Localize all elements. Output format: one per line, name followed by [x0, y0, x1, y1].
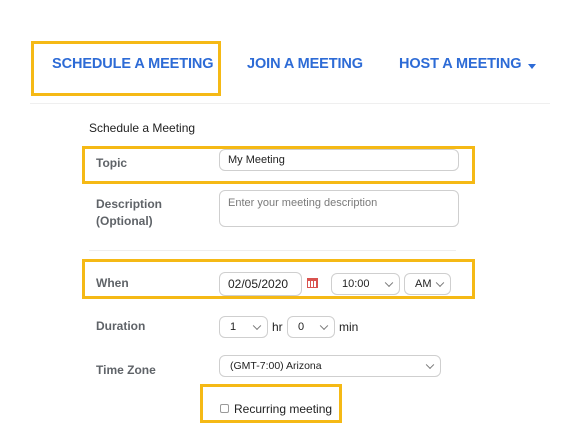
nav-host-meeting[interactable]: HOST A MEETING: [399, 56, 521, 72]
highlight-box-schedule: [31, 41, 221, 96]
chevron-down-icon: [425, 360, 435, 370]
highlight-box-recurring: [200, 384, 342, 423]
chevron-down-icon: [319, 321, 329, 331]
highlight-box-topic: [82, 146, 475, 184]
description-placeholder: Enter your meeting description: [228, 197, 378, 209]
hours-unit-label: hr: [272, 320, 283, 334]
highlight-box-when: [82, 259, 475, 299]
duration-hours-select[interactable]: 1: [219, 316, 268, 338]
description-label-line1: Description: [96, 197, 163, 211]
nav-join-meeting[interactable]: JOIN A MEETING: [247, 56, 363, 72]
description-label: Description (Optional): [96, 196, 162, 230]
time-zone-select[interactable]: (GMT-7:00) Arizona: [219, 355, 441, 377]
duration-minutes-select[interactable]: 0: [287, 316, 335, 338]
section-divider: [89, 250, 456, 251]
duration-label: Duration: [96, 319, 146, 333]
duration-minutes-value: 0: [298, 321, 305, 333]
duration-hours-value: 1: [230, 321, 237, 333]
chevron-down-icon[interactable]: [528, 64, 536, 69]
chevron-down-icon: [252, 321, 262, 331]
description-textarea[interactable]: Enter your meeting description: [219, 190, 459, 227]
time-zone-label: Time Zone: [96, 363, 156, 377]
minutes-unit-label: min: [339, 320, 359, 334]
description-label-line2: (Optional): [96, 214, 153, 228]
page-title: Schedule a Meeting: [89, 121, 196, 135]
time-zone-value: (GMT-7:00) Arizona: [230, 360, 322, 372]
nav-divider: [30, 103, 550, 104]
